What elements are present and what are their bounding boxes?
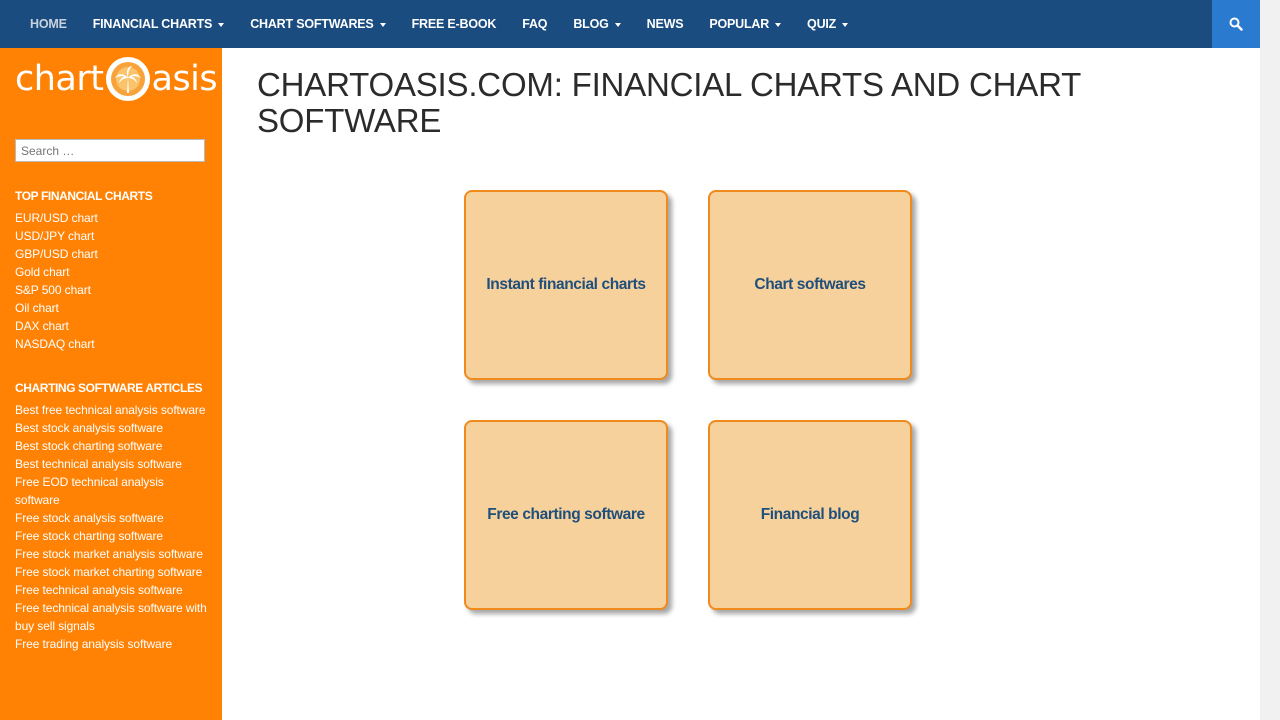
nav-financial-charts[interactable]: FINANCIAL CHARTS: [92, 17, 225, 31]
tile-financial-blog[interactable]: Financial blog: [708, 420, 912, 610]
sidebar-link-gold[interactable]: Gold chart: [15, 263, 215, 281]
top-financial-charts-list: EUR/USD chart USD/JPY chart GBP/USD char…: [15, 209, 215, 353]
search-icon: [1229, 17, 1243, 31]
logo-text-left: chart: [15, 59, 104, 99]
nav-faq-label: FAQ: [522, 17, 548, 31]
sidebar-article-link[interactable]: Free technical analysis software: [15, 581, 207, 599]
scrollbar-track[interactable]: [1260, 0, 1280, 720]
sidebar-article-link[interactable]: Free trading analysis software: [15, 635, 207, 653]
top-financial-charts-heading: TOP FINANCIAL CHARTS: [15, 189, 153, 203]
tile-label: Chart softwares: [754, 276, 866, 293]
tile-free-charting-software[interactable]: Free charting software: [464, 420, 668, 610]
sidebar-link-oil[interactable]: Oil chart: [15, 299, 215, 317]
tile-label: Financial blog: [760, 506, 860, 523]
main-menu: HOME FINANCIAL CHARTS CHART SOFTWARES FR…: [30, 0, 874, 48]
sidebar-article-link[interactable]: Free EOD technical analysis software: [15, 473, 207, 509]
sidebar-article-link[interactable]: Best free technical analysis software: [15, 401, 207, 419]
sidebar-link-eurusd[interactable]: EUR/USD chart: [15, 209, 215, 227]
sidebar-article-link[interactable]: Free technical analysis software with bu…: [15, 599, 207, 635]
caret-down-icon: [775, 23, 782, 27]
sidebar-article-link[interactable]: Best stock analysis software: [15, 419, 207, 437]
nav-blog-label: BLOG: [573, 17, 609, 31]
nav-chart-softwares-label: CHART SOFTWARES: [250, 17, 374, 31]
nav-chart-softwares[interactable]: CHART SOFTWARES: [250, 17, 386, 31]
nav-faq[interactable]: FAQ: [522, 17, 547, 31]
sidebar: chart asis TOP FINANCIAL CHARTS EUR/USD …: [0, 48, 222, 720]
tile-label: Free charting software: [487, 506, 645, 523]
tile-instant-financial-charts[interactable]: Instant financial charts: [464, 190, 668, 380]
tile-label: Instant financial charts: [486, 276, 646, 293]
page-title: CHARTOASIS.COM: FINANCIAL CHARTS AND CHA…: [257, 66, 1081, 139]
palm-sun-logo-icon: [105, 57, 150, 101]
sidebar-link-sp500[interactable]: S&P 500 chart: [15, 281, 215, 299]
nav-free-ebook[interactable]: FREE E-BOOK: [412, 17, 497, 31]
caret-down-icon: [379, 23, 386, 27]
nav-popular[interactable]: POPULAR: [709, 17, 782, 31]
sidebar-article-link[interactable]: Free stock analysis software: [15, 509, 207, 527]
caret-down-icon: [842, 23, 849, 27]
sidebar-search-input[interactable]: [15, 139, 205, 162]
nav-financial-charts-label: FINANCIAL CHARTS: [92, 17, 213, 31]
site-logo[interactable]: chart asis: [15, 54, 218, 104]
sidebar-link-usdjpy[interactable]: USD/JPY chart: [15, 227, 215, 245]
nav-free-ebook-label: FREE E-BOOK: [411, 17, 497, 31]
sidebar-article-link[interactable]: Free stock charting software: [15, 527, 207, 545]
nav-news[interactable]: NEWS: [647, 17, 684, 31]
charting-software-articles-list: Best free technical analysis software Be…: [15, 401, 207, 653]
sidebar-link-gbpusd[interactable]: GBP/USD chart: [15, 245, 215, 263]
sidebar-article-link[interactable]: Best technical analysis software: [15, 455, 207, 473]
sidebar-article-link[interactable]: Best stock charting software: [15, 437, 207, 455]
nav-popular-label: POPULAR: [709, 17, 770, 31]
top-navigation-bar: HOME FINANCIAL CHARTS CHART SOFTWARES FR…: [0, 0, 1260, 48]
charting-software-articles-heading: CHARTING SOFTWARE ARTICLES: [15, 381, 203, 395]
caret-down-icon: [614, 23, 621, 27]
sidebar-link-dax[interactable]: DAX chart: [15, 317, 215, 335]
nav-blog[interactable]: BLOG: [573, 17, 621, 31]
nav-home[interactable]: HOME: [30, 17, 67, 31]
nav-news-label: NEWS: [646, 17, 684, 31]
sidebar-article-link[interactable]: Free stock market charting software: [15, 563, 207, 581]
search-toggle-button[interactable]: [1212, 0, 1260, 48]
nav-quiz[interactable]: QUIZ: [807, 17, 849, 31]
logo-text-right: asis: [151, 59, 218, 99]
nav-quiz-label: QUIZ: [807, 17, 837, 31]
sidebar-article-link[interactable]: Free stock market analysis software: [15, 545, 207, 563]
nav-home-label: HOME: [30, 17, 67, 31]
caret-down-icon: [218, 23, 225, 27]
sidebar-link-nasdaq[interactable]: NASDAQ chart: [15, 335, 215, 353]
tile-chart-softwares[interactable]: Chart softwares: [708, 190, 912, 380]
